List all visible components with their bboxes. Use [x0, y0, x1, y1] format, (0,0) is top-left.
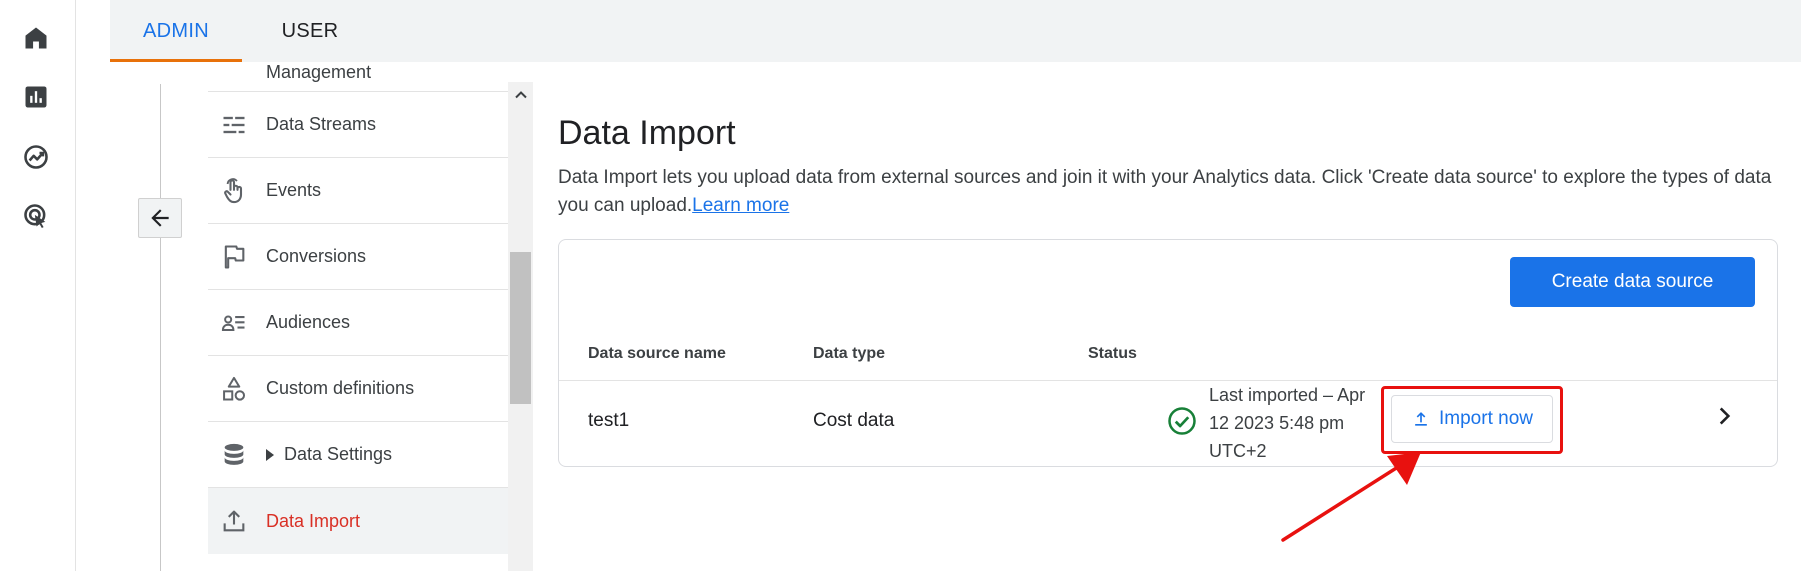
data-sources-card: Create data source Data source name Data… — [558, 239, 1778, 467]
create-data-source-button[interactable]: Create data source — [1510, 257, 1755, 307]
import-now-label: Import now — [1439, 408, 1533, 429]
upload-icon — [1415, 412, 1427, 426]
back-button[interactable] — [138, 198, 182, 238]
nav-item-data-streams[interactable]: Data Streams — [208, 92, 508, 158]
nav-item-data-settings[interactable]: Data Settings — [208, 422, 508, 488]
nav-scrollbar-thumb[interactable] — [510, 252, 531, 404]
tab-user[interactable]: USER — [270, 0, 350, 62]
learn-more-link[interactable]: Learn more — [692, 195, 789, 216]
admin-nav-panel: Management Data Streams Events Conversio… — [110, 62, 533, 571]
scroll-up-icon[interactable] — [508, 82, 533, 108]
nav-item-audiences[interactable]: Audiences — [208, 290, 508, 356]
nav-item-management[interactable]: Management — [208, 62, 508, 92]
nav-item-label: Audiences — [266, 312, 351, 332]
home-icon[interactable] — [20, 22, 52, 54]
nav-item-label: Management — [266, 62, 372, 82]
data-import-page: Data Import Data Import lets you upload … — [533, 62, 1801, 571]
data-source-name[interactable]: test1 — [588, 410, 629, 432]
flag-icon — [218, 241, 250, 273]
chevron-right-icon[interactable] — [1711, 403, 1737, 429]
nav-item-label: Events — [266, 180, 322, 200]
advertising-icon[interactable] — [20, 200, 52, 232]
shapes-icon — [218, 373, 250, 405]
arrow-left-icon — [151, 209, 169, 227]
column-header-status: Status — [1088, 345, 1137, 362]
import-now-button[interactable]: Import now — [1391, 395, 1553, 443]
audiences-icon — [218, 307, 250, 339]
database-icon — [218, 439, 250, 471]
expand-caret-icon — [266, 449, 274, 462]
data-source-type: Cost data — [813, 410, 895, 431]
nav-item-label: Data Streams — [266, 114, 377, 134]
nav-item-data-import[interactable]: Data Import — [208, 488, 508, 554]
nav-item-label: Data Settings — [266, 444, 392, 465]
nav-item-events[interactable]: Events — [208, 158, 508, 224]
table-divider — [559, 380, 1777, 381]
upload-icon — [218, 505, 250, 537]
nav-item-label: Conversions — [266, 246, 367, 266]
nav-item-custom-definitions[interactable]: Custom definitions — [208, 356, 508, 422]
nav-item-label: Data Import — [266, 510, 361, 531]
column-header-name: Data source name — [588, 345, 726, 362]
nav-item-text: Data Settings — [284, 444, 393, 464]
page-description: Data Import lets you upload data from ex… — [558, 164, 1778, 220]
nav-divider-line — [160, 84, 161, 571]
column-header-type: Data type — [813, 345, 886, 362]
tab-admin[interactable]: ADMIN — [110, 0, 242, 62]
check-circle-icon — [1168, 407, 1196, 435]
nav-item-label: Custom definitions — [266, 378, 415, 398]
import-status-text: Last imported – Apr 12 2023 5:48 pm UTC+… — [1209, 385, 1366, 461]
nav-item-conversions[interactable]: Conversions — [208, 224, 508, 290]
reports-icon[interactable] — [20, 81, 52, 113]
admin-nav-list: Management Data Streams Events Conversio… — [208, 62, 508, 571]
explore-icon[interactable] — [20, 141, 52, 173]
left-rail — [0, 0, 76, 571]
page-title: Data Import — [558, 114, 736, 152]
admin-user-tabbar: ADMIN USER — [110, 0, 1801, 62]
touch-icon — [218, 175, 250, 207]
data-streams-icon — [218, 109, 250, 141]
